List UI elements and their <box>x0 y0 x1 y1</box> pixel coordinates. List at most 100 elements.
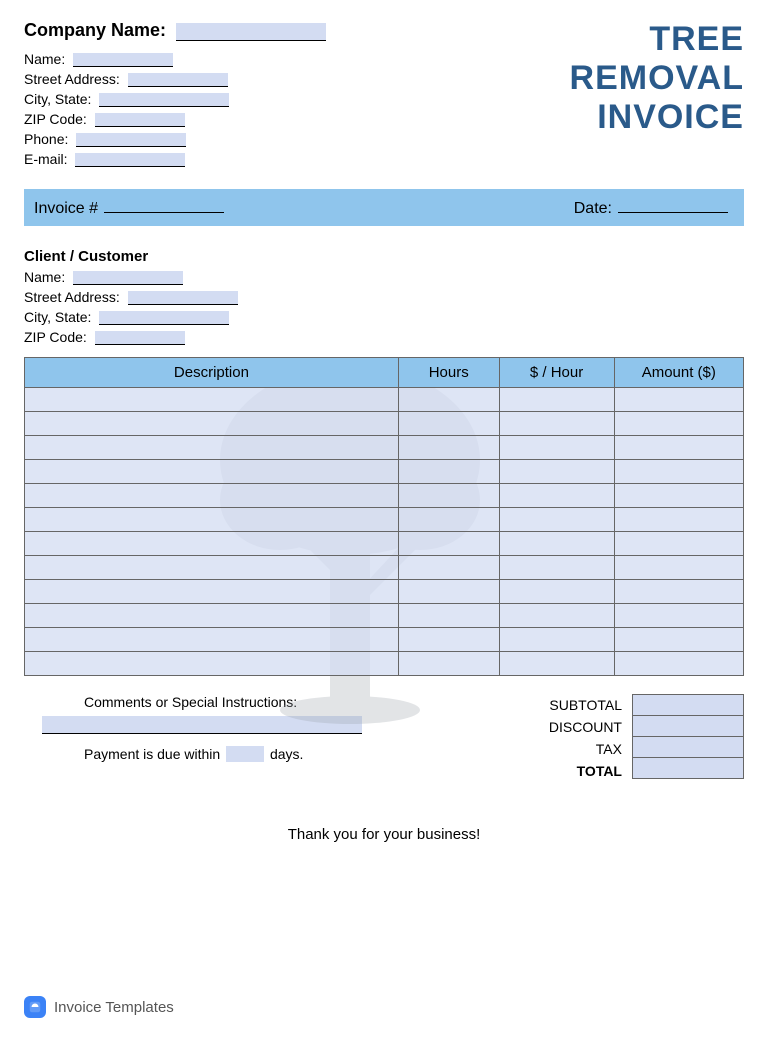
client-name-row: Name: <box>24 269 744 285</box>
table-cell[interactable] <box>398 460 499 484</box>
table-row <box>25 652 744 676</box>
table-cell[interactable] <box>614 604 743 628</box>
col-amount: Amount ($) <box>614 358 743 388</box>
col-hours: Hours <box>398 358 499 388</box>
email-row: E-mail: <box>24 151 570 167</box>
client-name-label: Name: <box>24 269 65 285</box>
table-cell[interactable] <box>614 508 743 532</box>
table-cell[interactable] <box>398 508 499 532</box>
table-cell[interactable] <box>614 556 743 580</box>
table-cell[interactable] <box>614 484 743 508</box>
client-zip-row: ZIP Code: <box>24 329 744 345</box>
invoice-date-slot: Date: <box>574 197 734 218</box>
comments-field[interactable] <box>42 716 362 734</box>
table-cell[interactable] <box>25 484 399 508</box>
name-row: Name: <box>24 51 570 67</box>
client-block: Client / Customer Name: Street Address: … <box>24 248 744 345</box>
table-cell[interactable] <box>398 532 499 556</box>
due-suffix: days. <box>270 746 303 762</box>
phone-field[interactable] <box>76 133 186 147</box>
client-street-field[interactable] <box>128 291 238 305</box>
invoice-number-field[interactable] <box>104 197 224 213</box>
table-cell[interactable] <box>25 604 399 628</box>
email-field[interactable] <box>75 153 185 167</box>
table-cell[interactable] <box>398 412 499 436</box>
table-cell[interactable] <box>25 388 399 412</box>
table-cell[interactable] <box>398 556 499 580</box>
table-cell[interactable] <box>499 580 614 604</box>
totals-labels: SUBTOTAL DISCOUNT TAX TOTAL <box>549 694 632 782</box>
subtotal-box[interactable] <box>632 694 744 716</box>
table-cell[interactable] <box>398 436 499 460</box>
table-cell[interactable] <box>499 412 614 436</box>
table-cell[interactable] <box>614 436 743 460</box>
zip-label: ZIP Code: <box>24 111 87 127</box>
table-cell[interactable] <box>499 436 614 460</box>
tax-box[interactable] <box>632 736 744 758</box>
table-cell[interactable] <box>25 412 399 436</box>
brand-text: Invoice Templates <box>54 999 174 1016</box>
table-cell[interactable] <box>499 604 614 628</box>
header: Company Name: Name: Street Address: City… <box>24 20 744 171</box>
city-label: City, State: <box>24 91 91 107</box>
table-cell[interactable] <box>499 556 614 580</box>
footer-brand: Invoice Templates <box>24 996 174 1018</box>
street-field[interactable] <box>128 73 228 87</box>
invoice-date-field[interactable] <box>618 197 728 213</box>
client-street-row: Street Address: <box>24 289 744 305</box>
client-street-label: Street Address: <box>24 289 120 305</box>
invoice-number-slot: Invoice # <box>34 197 224 218</box>
table-cell[interactable] <box>25 556 399 580</box>
table-cell[interactable] <box>25 460 399 484</box>
table-cell[interactable] <box>25 652 399 676</box>
table-cell[interactable] <box>398 604 499 628</box>
name-field[interactable] <box>73 53 173 67</box>
client-name-field[interactable] <box>73 271 183 285</box>
client-zip-field[interactable] <box>95 331 185 345</box>
phone-row: Phone: <box>24 131 570 147</box>
client-city-field[interactable] <box>99 311 229 325</box>
company-name-row: Company Name: <box>24 20 570 41</box>
table-cell[interactable] <box>25 580 399 604</box>
table-cell[interactable] <box>499 532 614 556</box>
table-cell[interactable] <box>499 388 614 412</box>
table-cell[interactable] <box>614 532 743 556</box>
table-cell[interactable] <box>614 628 743 652</box>
table-cell[interactable] <box>398 628 499 652</box>
street-label: Street Address: <box>24 71 120 87</box>
table-cell[interactable] <box>398 484 499 508</box>
company-name-field[interactable] <box>176 23 326 41</box>
table-cell[interactable] <box>614 580 743 604</box>
table-cell[interactable] <box>25 532 399 556</box>
table-cell[interactable] <box>398 652 499 676</box>
discount-box[interactable] <box>632 715 744 737</box>
totals-block: SUBTOTAL DISCOUNT TAX TOTAL <box>549 694 744 782</box>
table-cell[interactable] <box>398 388 499 412</box>
table-cell[interactable] <box>614 388 743 412</box>
table-cell[interactable] <box>614 652 743 676</box>
col-description: Description <box>25 358 399 388</box>
table-cell[interactable] <box>499 628 614 652</box>
table-cell[interactable] <box>614 460 743 484</box>
discount-label: DISCOUNT <box>549 716 622 738</box>
zip-field[interactable] <box>95 113 185 127</box>
total-box[interactable] <box>632 757 744 779</box>
table-cell[interactable] <box>499 652 614 676</box>
table-row <box>25 604 744 628</box>
table-cell[interactable] <box>398 580 499 604</box>
table-cell[interactable] <box>499 460 614 484</box>
due-days-field[interactable] <box>226 746 264 762</box>
table-cell[interactable] <box>25 508 399 532</box>
table-cell[interactable] <box>499 484 614 508</box>
table-cell[interactable] <box>25 436 399 460</box>
table-cell[interactable] <box>499 508 614 532</box>
client-city-label: City, State: <box>24 309 91 325</box>
table-cell[interactable] <box>25 628 399 652</box>
title-line1: TREE <box>570 20 744 59</box>
table-row <box>25 460 744 484</box>
due-row: Payment is due within days. <box>24 746 539 762</box>
table-cell[interactable] <box>614 412 743 436</box>
street-row: Street Address: <box>24 71 570 87</box>
table-row <box>25 532 744 556</box>
city-field[interactable] <box>99 93 229 107</box>
